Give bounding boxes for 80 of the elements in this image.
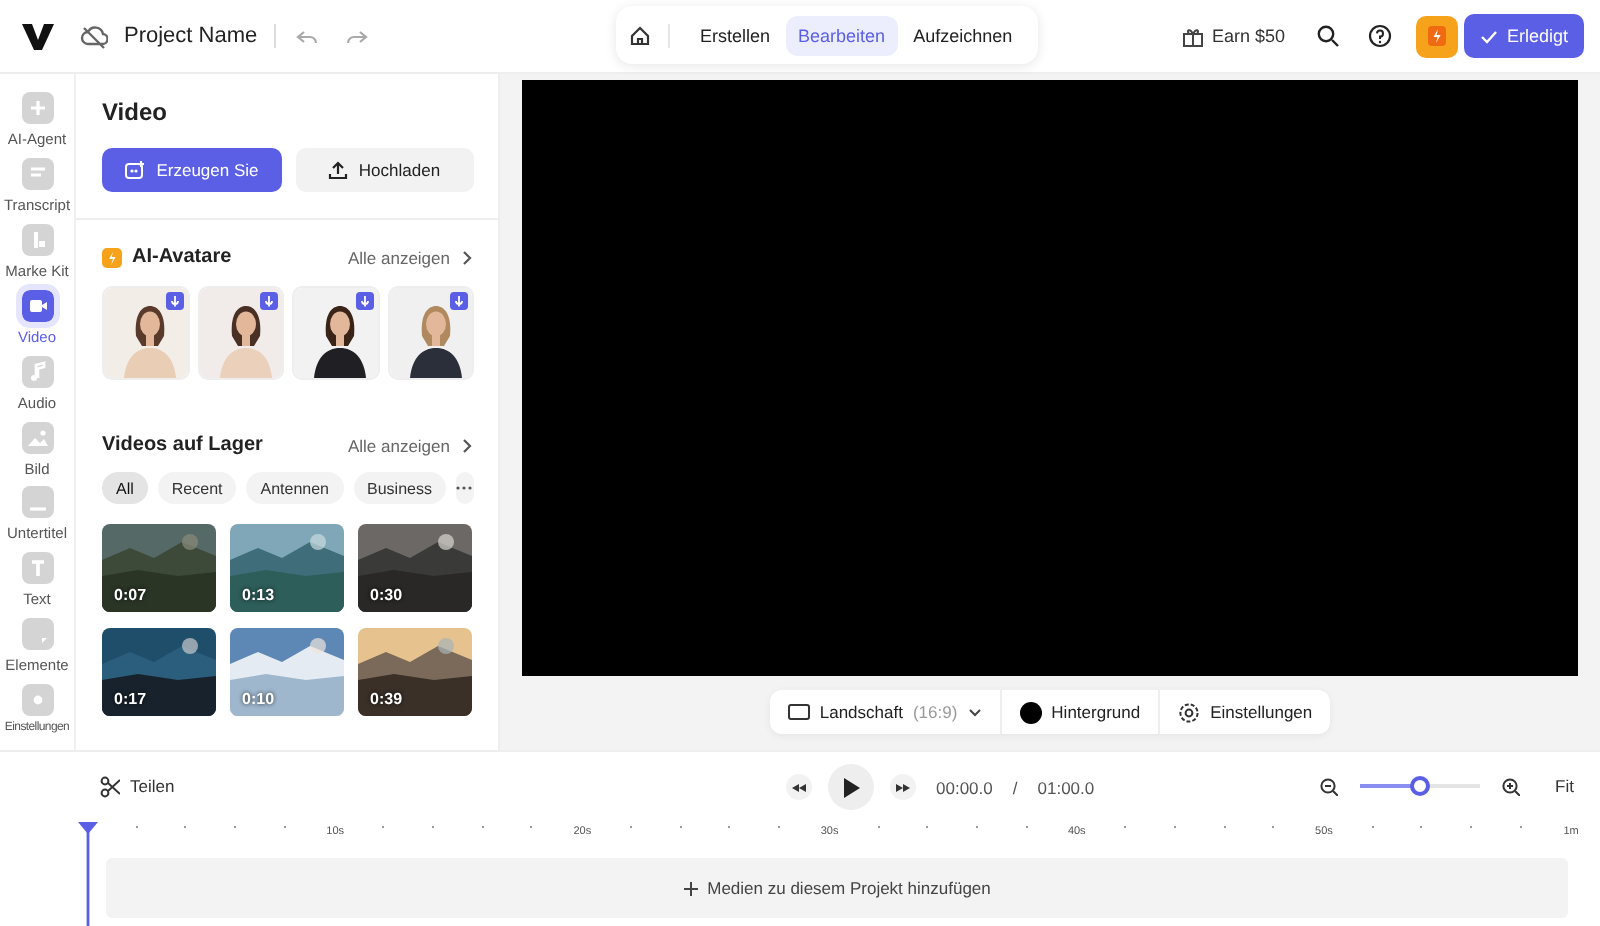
rail-icon xyxy=(21,355,53,388)
scissors-icon xyxy=(100,775,120,797)
play-icon xyxy=(843,777,859,797)
section-title: AI-Avatare xyxy=(132,246,232,268)
mode-tab[interactable]: Bearbeiten xyxy=(786,15,898,55)
video-duration: 0:17 xyxy=(114,690,147,708)
video-duration: 0:13 xyxy=(242,586,275,604)
video-duration: 0:07 xyxy=(114,586,147,604)
see-all-link[interactable]: Alle anzeigen xyxy=(347,435,474,455)
video-thumbnail[interactable]: 0:30 xyxy=(358,524,472,612)
time-separator: / xyxy=(1012,777,1018,797)
add-media-button[interactable]: Medien zu diesem Projekt hinzufügen xyxy=(683,878,991,898)
chevron-right-icon xyxy=(460,437,474,453)
bolt-button[interactable] xyxy=(1416,15,1459,57)
video-thumbnail[interactable]: 0:07 xyxy=(102,524,216,612)
video-thumbnail[interactable]: 0:13 xyxy=(230,524,344,612)
home-icon[interactable] xyxy=(628,23,652,47)
video-thumbnail[interactable]: 0:39 xyxy=(358,628,472,716)
gift-icon xyxy=(1181,25,1204,47)
plus-icon xyxy=(683,881,698,895)
fit-button[interactable]: Fit xyxy=(1555,776,1574,796)
slider-thumb[interactable] xyxy=(1409,776,1430,796)
settings-button[interactable]: Einstellungen xyxy=(1158,690,1331,734)
filter-chip[interactable]: Recent xyxy=(157,472,237,504)
cloud-off-icon xyxy=(80,23,108,49)
landscape-icon xyxy=(787,704,810,720)
color-swatch xyxy=(1019,701,1042,723)
bolt-icon xyxy=(102,247,122,267)
panel-title: Video xyxy=(102,98,169,126)
caret-icon xyxy=(967,707,982,717)
bolt-icon xyxy=(1428,26,1447,46)
search-icon[interactable] xyxy=(1316,24,1341,48)
avatar-card[interactable] xyxy=(387,286,474,380)
rail-icon xyxy=(21,552,53,585)
filter-chip[interactable]: Business xyxy=(353,472,446,504)
zoom-out-icon[interactable] xyxy=(1319,777,1338,795)
upload-icon xyxy=(328,160,349,180)
background-button[interactable]: Hintergrund xyxy=(999,690,1159,734)
mode-tab[interactable]: Erstellen xyxy=(688,15,783,55)
chevron-right-icon xyxy=(460,249,474,265)
mode-tab[interactable]: Aufzeichnen xyxy=(901,15,1025,55)
avatar-card[interactable] xyxy=(292,286,379,380)
generate-button[interactable]: Erzeugen Sie xyxy=(102,148,281,192)
current-time: 00:00.0 xyxy=(936,777,993,797)
see-all-link[interactable]: Alle anzeigen xyxy=(347,247,474,267)
video-duration: 0:30 xyxy=(370,586,403,604)
filter-chip[interactable]: Antennen xyxy=(246,472,344,504)
check-icon xyxy=(1480,27,1499,45)
fast-forward-icon xyxy=(896,783,910,791)
rail-icon xyxy=(21,684,53,717)
zoom-in-icon[interactable] xyxy=(1501,777,1520,795)
avatar-card[interactable] xyxy=(102,286,189,380)
filter-chip[interactable]: All xyxy=(102,472,148,504)
avatar-card[interactable] xyxy=(197,286,284,380)
settings-icon xyxy=(1178,701,1201,723)
done-button[interactable]: Erledigt xyxy=(1464,14,1584,58)
section-title: Videos auf Lager xyxy=(102,434,263,456)
upload-button[interactable]: Hochladen xyxy=(295,148,474,192)
video-duration: 0:39 xyxy=(370,690,403,708)
rail-icon xyxy=(21,421,53,454)
rail-icon xyxy=(21,157,53,190)
video-duration: 0:10 xyxy=(242,690,275,708)
rail-icon xyxy=(21,486,53,519)
video-thumbnail[interactable]: 0:17 xyxy=(102,628,216,716)
rail-icon xyxy=(21,223,53,256)
earn-link[interactable]: Earn $50 xyxy=(1181,25,1285,47)
logo-icon xyxy=(20,20,56,52)
project-name: Project Name xyxy=(124,24,258,48)
play-button[interactable] xyxy=(828,764,874,810)
playhead[interactable] xyxy=(78,822,98,926)
total-time: 01:00.0 xyxy=(1037,777,1095,797)
fast-forward-button[interactable] xyxy=(890,774,916,800)
help-icon[interactable] xyxy=(1368,24,1393,48)
rail-icon xyxy=(21,92,53,124)
format-dropdown[interactable]: Landschaft (16:9) xyxy=(769,690,1000,734)
split-button[interactable]: Teilen xyxy=(100,775,175,797)
ai-video-icon xyxy=(124,160,147,180)
rewind-button[interactable] xyxy=(786,774,812,800)
rewind-icon xyxy=(792,783,806,791)
rail-icon xyxy=(21,618,53,651)
